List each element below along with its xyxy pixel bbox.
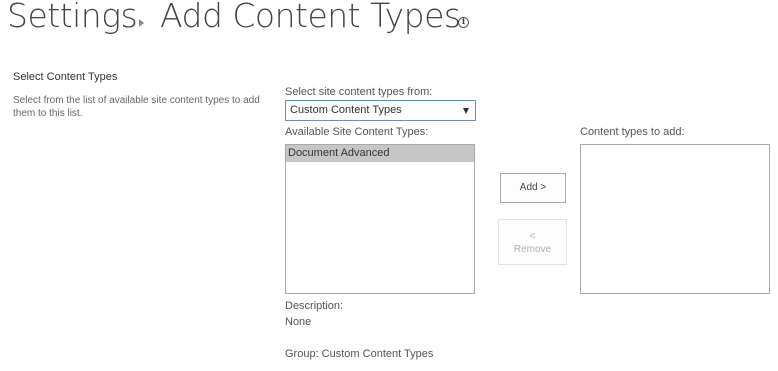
remove-button[interactable]: < Remove (498, 219, 567, 265)
description-label: Description: (285, 300, 344, 312)
available-types-listbox[interactable]: Document Advanced (285, 144, 475, 294)
chevron-right-icon (139, 19, 144, 27)
page-title: Add Content Types (160, 0, 461, 35)
breadcrumb-settings-link[interactable]: Settings (7, 0, 138, 35)
source-select-value: Custom Content Types (290, 104, 402, 116)
list-item[interactable]: Document Advanced (286, 145, 474, 162)
section-description: Select from the list of available site c… (13, 95, 260, 119)
remove-arrow-label: < (529, 231, 536, 242)
section-title: Select Content Types (13, 71, 118, 83)
content-types-to-add-label: Content types to add: (580, 126, 685, 138)
description-value: None (285, 316, 312, 328)
chevron-down-icon (463, 108, 469, 114)
content-types-to-add-listbox[interactable] (580, 144, 770, 294)
content-type-source-select[interactable]: Custom Content Types (285, 100, 476, 121)
group-label: Group: Custom Content Types (285, 348, 434, 360)
info-icon[interactable]: i (458, 17, 469, 28)
add-button[interactable]: Add > (500, 173, 566, 203)
source-select-label: Select site content types from: (285, 86, 433, 98)
remove-label: Remove (513, 244, 552, 255)
available-types-label: Available Site Content Types: (285, 126, 429, 138)
